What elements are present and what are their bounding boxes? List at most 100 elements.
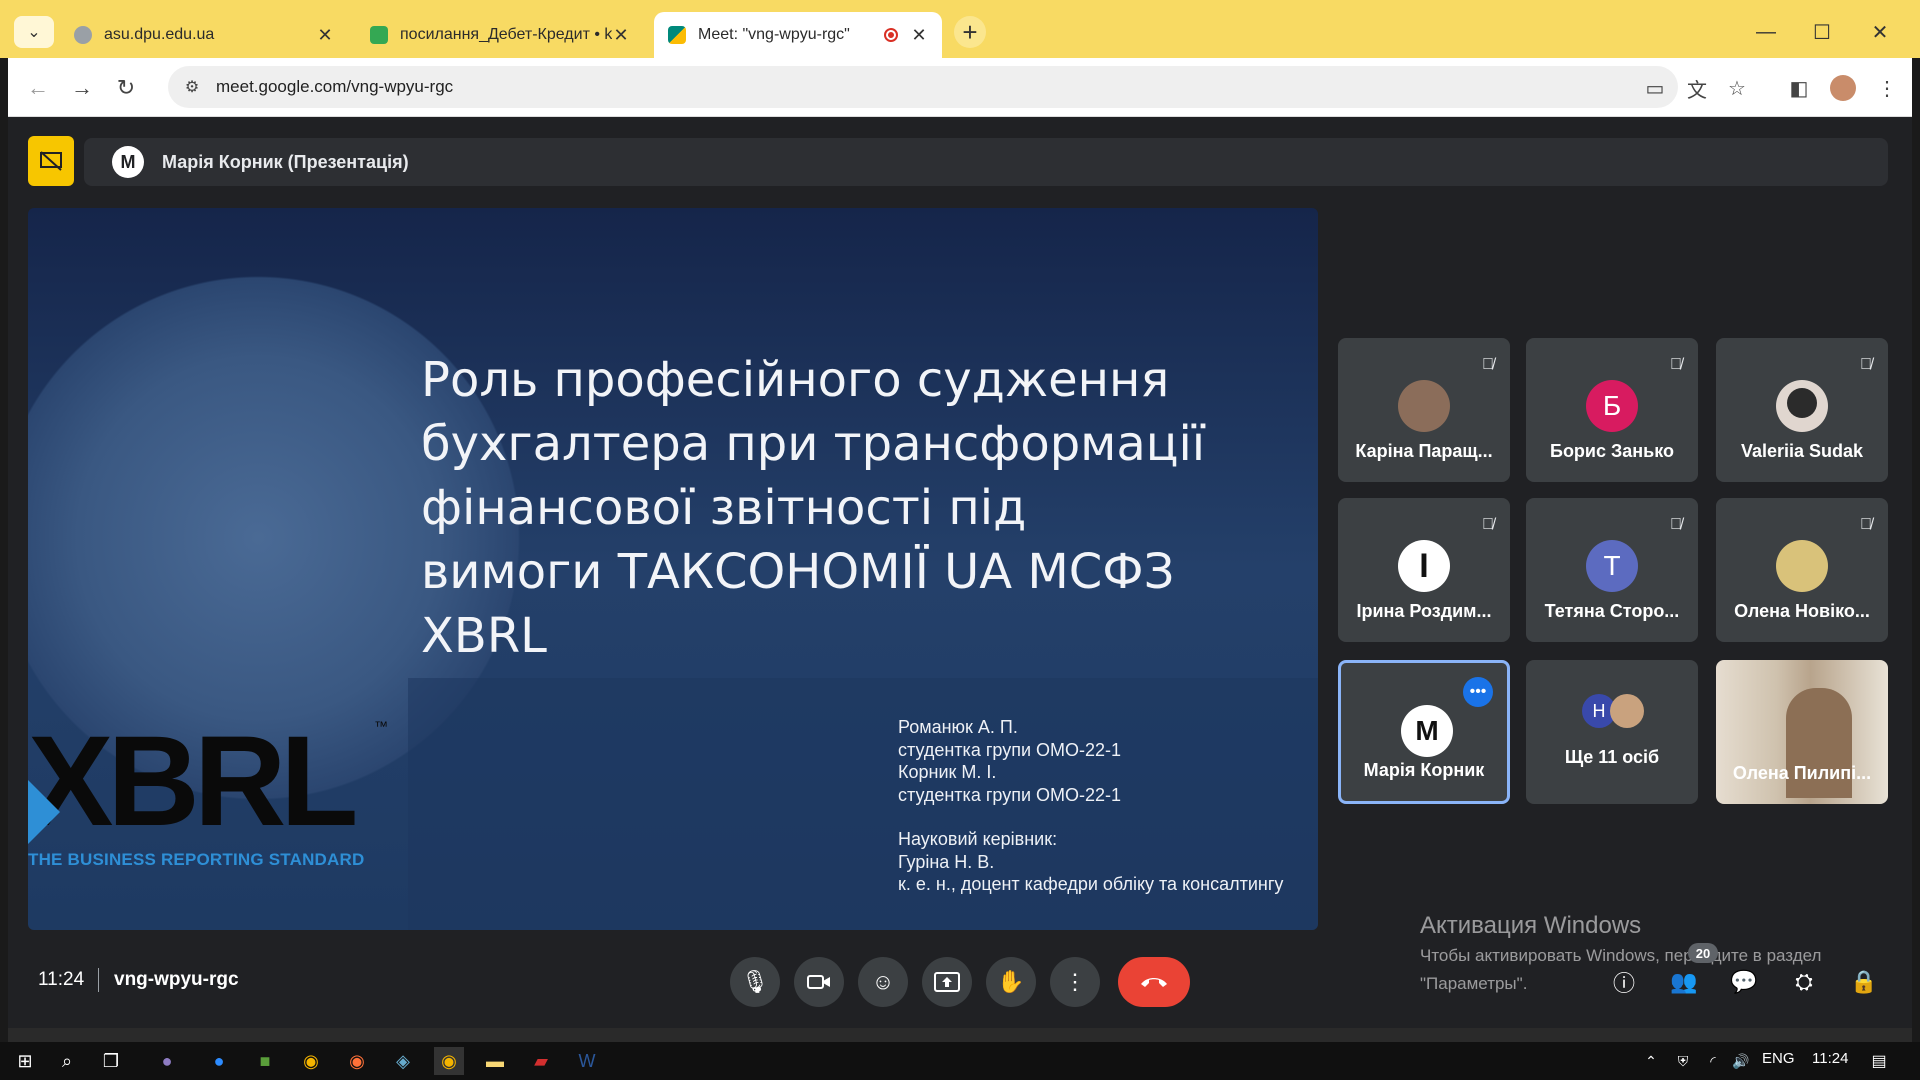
- avatar: M: [1401, 705, 1453, 757]
- people-count-badge: 20: [1688, 943, 1718, 963]
- chrome-icon-active[interactable]: ◉: [434, 1047, 464, 1075]
- document-icon: [370, 26, 388, 44]
- activities-button[interactable]: ⛭: [1784, 962, 1824, 1002]
- forward-button[interactable]: →: [66, 72, 98, 104]
- raise-hand-button[interactable]: ✋: [986, 957, 1036, 1007]
- microphone-icon: 🎙: [741, 969, 769, 994]
- participant-name: Тетяна Сторо...: [1544, 601, 1680, 621]
- presenter-avatar: М: [112, 146, 144, 178]
- new-tab-button[interactable]: +: [954, 16, 986, 48]
- slide-title: Роль професійного судження бухгалтера пр…: [421, 352, 1206, 664]
- shield-icon[interactable]: ⛨: [1668, 1047, 1698, 1075]
- tab-title: посилання_Дебет-Кредит • ko: [400, 26, 612, 43]
- windows-taskbar: [0, 1042, 1920, 1080]
- avatar: [1776, 540, 1828, 592]
- info-icon: ⓘ: [1612, 971, 1635, 996]
- notifications-icon[interactable]: ▤: [1864, 1047, 1894, 1075]
- present-screen-button[interactable]: [922, 957, 972, 1007]
- file-explorer-icon[interactable]: ▬: [480, 1047, 510, 1075]
- participant-tile[interactable]: 🎙̸ Каріна Паращ...: [1338, 338, 1510, 482]
- minimize-button[interactable]: —: [1738, 12, 1794, 52]
- back-button[interactable]: ←: [22, 72, 54, 104]
- mic-off-icon: 🎙̸: [1482, 516, 1494, 533]
- chat-icon: 💬: [1730, 969, 1758, 994]
- address-bar[interactable]: ⚙ meet.google.com/vng-wpyu-rgc: [168, 66, 1678, 108]
- camera-button[interactable]: [794, 957, 844, 1007]
- participant-tile[interactable]: 🎙̸ Т Тетяна Сторо...: [1526, 498, 1698, 642]
- close-icon[interactable]: ✕: [316, 25, 334, 46]
- slide-authors: Романюк А. П. студентка групи ОМО-22-1 К…: [898, 716, 1283, 896]
- avatar: [1776, 380, 1828, 432]
- participant-tile[interactable]: 🎙̸ Valeriia Sudak: [1716, 338, 1888, 482]
- profile-avatar[interactable]: [1826, 71, 1860, 105]
- host-controls-button[interactable]: 🔒: [1844, 962, 1884, 1002]
- tab-debet-kredit[interactable]: посилання_Дебет-Кредит • ko ✕: [356, 12, 644, 58]
- watermark-title: Активация Windows: [1420, 912, 1642, 939]
- chat-button[interactable]: 💬: [1724, 962, 1764, 1002]
- author-line: Романюк А. П.: [898, 717, 1018, 737]
- word-icon[interactable]: W: [572, 1047, 602, 1075]
- translate-icon[interactable]: 文: [1680, 71, 1714, 105]
- tab-asu[interactable]: asu.dpu.edu.ua ✕: [60, 12, 348, 58]
- start-button[interactable]: ⊞: [10, 1047, 40, 1075]
- menu-icon[interactable]: ⋮: [1870, 71, 1904, 105]
- site-info-icon[interactable]: ⚙: [182, 77, 202, 97]
- more-options-icon[interactable]: •••: [1463, 677, 1493, 707]
- input-language[interactable]: ENG: [1762, 1050, 1795, 1067]
- tab-search-button[interactable]: ⌄: [14, 16, 54, 48]
- present-icon: [934, 972, 960, 992]
- chevron-up-icon[interactable]: ⌃: [1636, 1047, 1666, 1075]
- divider: [98, 968, 99, 992]
- leave-call-button[interactable]: [1118, 957, 1190, 1007]
- more-vert-icon: ⋮: [1064, 969, 1086, 994]
- microphone-button[interactable]: 🎙: [730, 957, 780, 1007]
- search-icon[interactable]: ⌕: [52, 1047, 82, 1075]
- meeting-code[interactable]: vng-wpyu-rgc: [114, 969, 239, 991]
- reactions-button[interactable]: ☺: [858, 957, 908, 1007]
- video-camera-icon: [807, 975, 830, 989]
- app-icon[interactable]: ■: [250, 1047, 280, 1075]
- participant-tile[interactable]: 🎙̸ Б Борис Занько: [1526, 338, 1698, 482]
- participant-tile[interactable]: 🎙̸ Олена Новіко...: [1716, 498, 1888, 642]
- participant-name: Ще 11 осіб: [1564, 747, 1660, 767]
- more-participants-tile[interactable]: Н Ще 11 осіб: [1526, 660, 1698, 804]
- app-icon[interactable]: ▰: [526, 1047, 556, 1075]
- close-icon[interactable]: ✕: [910, 25, 928, 46]
- zoom-icon[interactable]: ●: [204, 1047, 234, 1075]
- hand-icon: ✋: [997, 969, 1025, 994]
- wifi-icon[interactable]: ◜: [1698, 1047, 1728, 1075]
- meeting-details-button[interactable]: ⓘ: [1604, 962, 1644, 1002]
- participant-name: Олена Новіко...: [1734, 601, 1870, 621]
- mic-off-icon: 🎙̸: [1860, 516, 1872, 533]
- participant-tile-video[interactable]: Олена Пилипі...: [1716, 660, 1888, 804]
- participant-name: Ірина Роздим...: [1356, 601, 1492, 621]
- shapes-icon: ⛭: [1795, 969, 1813, 994]
- people-icon: 👥: [1670, 969, 1698, 994]
- people-button[interactable]: 👥: [1664, 962, 1704, 1002]
- globe-icon: [74, 26, 92, 44]
- chrome-icon[interactable]: ◉: [296, 1047, 326, 1075]
- close-icon[interactable]: ✕: [612, 25, 630, 46]
- side-panel-icon[interactable]: ◧: [1782, 71, 1816, 105]
- close-window-button[interactable]: ✕: [1852, 12, 1908, 52]
- presenter-label: Марія Корник (Презентація): [162, 151, 409, 172]
- meeting-clock: 11:24: [38, 969, 85, 990]
- volume-icon[interactable]: 🔊: [1726, 1047, 1756, 1075]
- firefox-icon[interactable]: ◉: [342, 1047, 372, 1075]
- participant-name: Марія Корник: [1363, 760, 1485, 780]
- supervisor-line: Науковий керівник:: [898, 829, 1058, 849]
- star-icon[interactable]: ☆: [1720, 71, 1754, 105]
- participant-tile-self[interactable]: ••• M Марія Корник: [1338, 660, 1510, 804]
- app-icon[interactable]: ●: [152, 1047, 182, 1075]
- tab-meet[interactable]: Meet: "vng-wpyu-rgc" ✕: [654, 12, 942, 58]
- participant-tile[interactable]: 🎙̸ I Ірина Роздим...: [1338, 498, 1510, 642]
- reload-button[interactable]: ↻: [110, 72, 142, 104]
- maximize-button[interactable]: ☐: [1794, 12, 1850, 52]
- stop-presenting-icon[interactable]: [28, 136, 74, 186]
- more-options-button[interactable]: ⋮: [1050, 957, 1100, 1007]
- task-view-icon[interactable]: ❐: [96, 1047, 126, 1075]
- author-line: студентка групи ОМО-22-1: [898, 739, 1122, 760]
- app-icon[interactable]: ◈: [388, 1047, 418, 1075]
- taskbar-clock[interactable]: 11:24: [1812, 1050, 1848, 1067]
- camera-icon[interactable]: ▭: [1638, 71, 1672, 105]
